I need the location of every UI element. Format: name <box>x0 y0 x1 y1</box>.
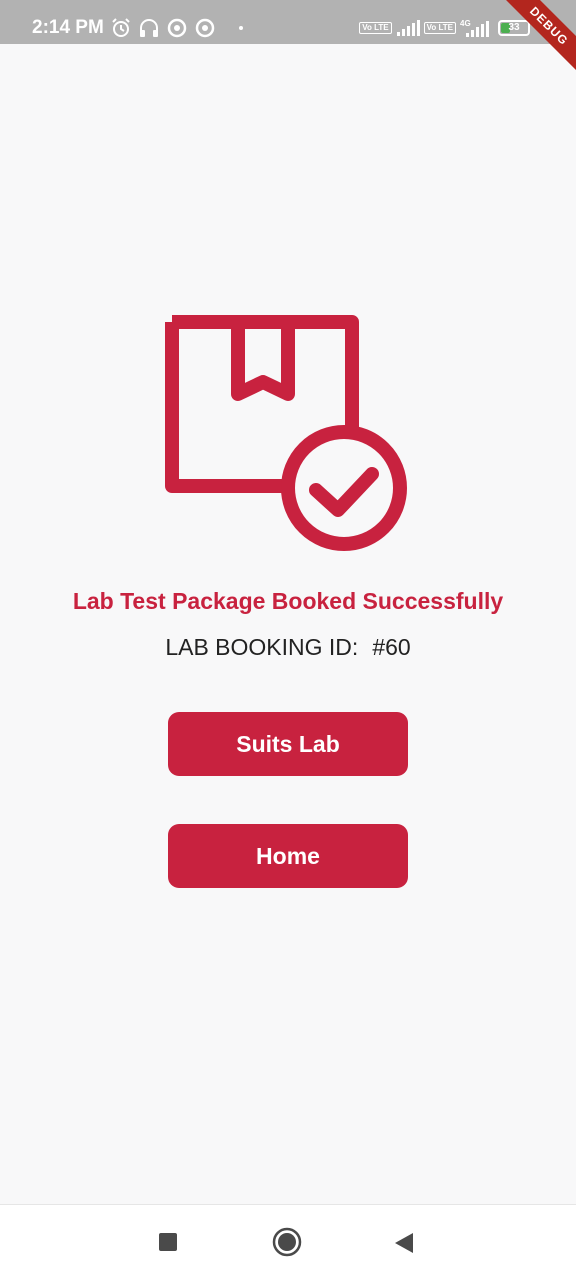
booking-id-value: #60 <box>372 634 411 660</box>
home-button[interactable]: Home <box>168 824 408 888</box>
status-left-icons <box>110 16 248 40</box>
suits-lab-button[interactable]: Suits Lab <box>168 712 408 776</box>
battery-level: 33 <box>508 22 520 33</box>
package-check-icon <box>165 315 407 551</box>
data-saver-icon <box>195 18 215 38</box>
headset-icon <box>140 19 158 37</box>
booking-id-label: LAB BOOKING ID: <box>165 634 359 660</box>
status-bar: 2:14 PM Vo LTE Vo LTE 4G 33 <box>0 0 576 44</box>
booking-id-line: LAB BOOKING ID: #60 <box>0 634 576 661</box>
back-triangle-icon[interactable] <box>394 1232 414 1254</box>
signal-4g-icon: 4G <box>460 19 489 37</box>
home-circle-icon[interactable] <box>272 1227 302 1257</box>
alarm-icon <box>112 18 130 37</box>
network-type: 4G <box>460 19 471 28</box>
status-right-icons: Vo LTE Vo LTE 4G 33 <box>359 15 530 41</box>
recents-square-icon[interactable] <box>159 1233 177 1251</box>
dot-icon <box>239 26 243 30</box>
success-title: Lab Test Package Booked Successfully <box>72 588 504 614</box>
navigation-bar <box>0 1204 576 1280</box>
signal-icon <box>396 20 420 36</box>
battery-icon: 33 <box>498 20 530 36</box>
status-time: 2:14 PM <box>32 17 104 38</box>
data-saver-icon <box>167 18 187 38</box>
volte-badge-2: Vo LTE <box>423 22 456 34</box>
volte-badge: Vo LTE <box>359 22 392 34</box>
